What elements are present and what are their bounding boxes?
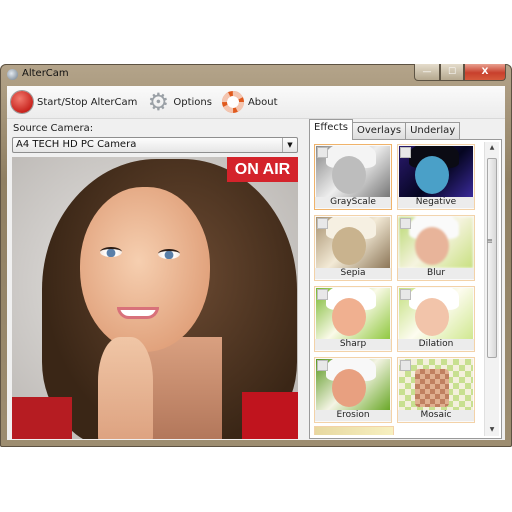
about-label: About	[247, 96, 278, 108]
effect-negative[interactable]: Negative	[397, 144, 475, 210]
effect-label: Erosion	[315, 410, 391, 421]
thumb-face	[415, 227, 449, 265]
thumb-face	[415, 369, 449, 407]
maximize-icon: ☐	[447, 67, 457, 77]
effect-checkbox[interactable]	[400, 218, 411, 229]
effect-label: Mosaic	[398, 410, 474, 421]
effect-checkbox[interactable]	[400, 360, 411, 371]
preview-face	[80, 187, 210, 352]
effect-sharp[interactable]: Sharp	[314, 286, 392, 352]
effect-checkbox[interactable]	[317, 360, 328, 371]
start-stop-button[interactable]: Start/Stop AlterCam	[11, 91, 137, 113]
effect-blur[interactable]: Blur	[397, 215, 475, 281]
thumb-face	[332, 156, 366, 194]
source-camera-label: Source Camera:	[13, 123, 94, 134]
client-area: Start/Stop AlterCam ⚙ Options About Sour…	[7, 86, 505, 440]
minimize-button[interactable]: —	[414, 64, 440, 81]
dropdown-arrow-icon[interactable]: ▼	[282, 138, 297, 152]
effect-label: Dilation	[398, 339, 474, 350]
effect-label: Sepia	[315, 268, 391, 279]
effect-label: GrayScale	[315, 197, 391, 208]
scroll-down-icon[interactable]: ▼	[485, 424, 499, 436]
thumb-face	[415, 156, 449, 194]
toolbar: Start/Stop AlterCam ⚙ Options About	[7, 86, 505, 119]
lifebuoy-icon	[221, 91, 244, 113]
window-controls: — ☐ X	[414, 64, 506, 81]
preview-eye-left	[100, 247, 122, 257]
preview-shirt-right	[242, 392, 298, 439]
options-button[interactable]: ⚙ Options	[147, 88, 212, 116]
effect-dilation[interactable]: Dilation	[397, 286, 475, 352]
minimize-icon: —	[422, 67, 432, 77]
tab-bar: Effects Overlays Underlay	[309, 119, 461, 140]
preview-shirt-left	[12, 397, 72, 439]
effect-sepia[interactable]: Sepia	[314, 215, 392, 281]
effects-grid: GrayScale Negative Sepia Blur Sharp Dila…	[314, 144, 480, 423]
camera-panel: Source Camera: A4 TECH HD PC Camera ▼ ON…	[7, 119, 303, 440]
preview-hand	[98, 337, 153, 439]
effect-checkbox[interactable]	[400, 147, 411, 158]
effect-checkbox[interactable]	[317, 147, 328, 158]
maximize-button[interactable]: ☐	[440, 64, 464, 81]
on-air-badge: ON AIR	[227, 157, 298, 182]
scroll-up-icon[interactable]: ▲	[485, 142, 499, 154]
effect-label: Sharp	[315, 339, 391, 350]
effect-label: Blur	[398, 268, 474, 279]
tab-underlay[interactable]: Underlay	[405, 122, 461, 140]
record-icon	[11, 91, 33, 113]
tab-effects[interactable]: Effects	[309, 119, 353, 140]
effect-mosaic[interactable]: Mosaic	[397, 357, 475, 423]
source-camera-select[interactable]: A4 TECH HD PC Camera ▼	[12, 137, 298, 153]
start-stop-label: Start/Stop AlterCam	[37, 96, 138, 108]
thumb-face	[332, 298, 366, 336]
effect-checkbox[interactable]	[317, 289, 328, 300]
next-effect-partial	[314, 426, 394, 435]
gear-icon: ⚙	[147, 88, 170, 116]
close-button[interactable]: X	[464, 64, 506, 81]
grip-icon: ≡	[487, 237, 493, 245]
close-icon: X	[481, 67, 489, 77]
thumb-face	[415, 298, 449, 336]
thumb-face	[332, 227, 366, 265]
effect-grayscale[interactable]: GrayScale	[314, 144, 392, 210]
tab-overlays[interactable]: Overlays	[352, 122, 407, 140]
effect-checkbox[interactable]	[400, 289, 411, 300]
effects-panel: Effects Overlays Underlay GrayScale Nega…	[305, 119, 505, 440]
effect-erosion[interactable]: Erosion	[314, 357, 392, 423]
preview-mouth	[117, 307, 159, 319]
about-button[interactable]: About	[221, 91, 278, 113]
effects-scrollbar[interactable]: ▲ ≡ ▼	[484, 142, 499, 436]
effects-tab-panel: GrayScale Negative Sepia Blur Sharp Dila…	[309, 139, 502, 439]
preview-eye-right	[158, 249, 180, 259]
webcam-app-icon	[7, 69, 18, 80]
thumb-face	[332, 369, 366, 407]
effect-checkbox[interactable]	[317, 218, 328, 229]
scrollbar-thumb[interactable]	[487, 158, 497, 358]
source-camera-value: A4 TECH HD PC Camera	[16, 139, 137, 150]
options-label: Options	[173, 96, 212, 108]
altercam-window: AlterCam — ☐ X Start/Stop AlterCam ⚙ Opt…	[0, 64, 512, 447]
title-bar[interactable]: AlterCam — ☐ X	[0, 64, 512, 86]
effect-label: Negative	[398, 197, 474, 208]
window-title: AlterCam	[22, 68, 69, 79]
camera-preview: ON AIR	[12, 157, 298, 439]
